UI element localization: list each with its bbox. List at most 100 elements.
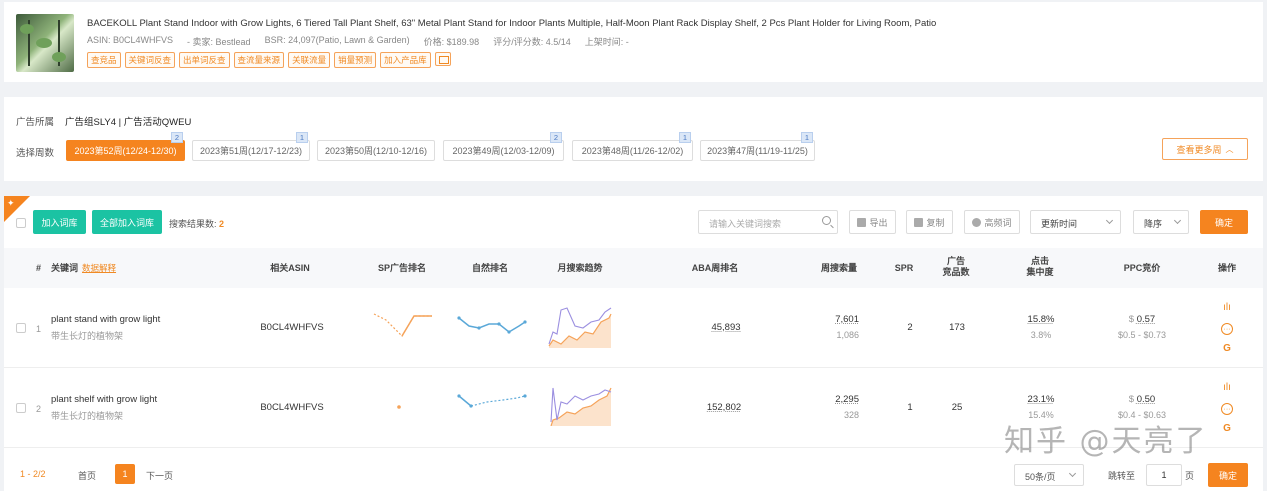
google-icon[interactable]: G [1221,423,1233,435]
data-explain-link[interactable]: 数据解释 [82,263,116,273]
product-bsr: BSR: 24,097(Patio, Lawn & Garden) [264,35,410,45]
weeks-label: 选择周数 [16,148,55,159]
header-spr: SPR [894,263,914,273]
row-ad-products: 25 [951,402,963,413]
week-badge: 2 [170,132,183,143]
chevron-down-icon [1173,216,1182,225]
header-ppc: PPC竞价 [1123,263,1161,273]
sort-field-select[interactable]: 更新时间 [1030,210,1121,234]
week-button-50[interactable]: 2023第50周(12/10-12/16) [317,140,435,161]
week-badge: 1 [800,132,813,143]
organic-rank-sparkline[interactable] [457,312,527,338]
row-keyword-translation: 带生长灯的植物架 [51,331,124,341]
tag-competitor[interactable]: 查竞品 [87,52,121,68]
product-thumbnail[interactable] [16,14,74,72]
week-button-49[interactable]: 2023第49周(12/03-12/09) 2 [443,132,564,161]
table-icon[interactable] [434,52,451,66]
copy-button[interactable]: 复制 [906,210,953,234]
week-button-51[interactable]: 2023第51周(12/17-12/23) 1 [192,132,310,161]
goto-page-input[interactable]: 1 [1146,464,1182,486]
more-icon[interactable]: ··· [1221,323,1233,335]
pager-current-page[interactable]: 1 [115,464,135,484]
organic-rank-point [457,316,461,320]
week-button-47[interactable]: 2023第47周(11/19-11/25) 1 [700,132,815,161]
thumb-leaf [36,38,52,48]
sort-order-select[interactable]: 降序 [1133,210,1189,234]
row-weekly-search-sub: 1,086 [836,330,859,340]
thumb-leaf [52,52,66,62]
google-icon[interactable]: G [1221,343,1233,355]
tag-order-keyword[interactable]: 出单词反查 [179,52,230,68]
page-size-select[interactable]: 50条/页 [1014,464,1084,486]
add-all-lib-button[interactable]: 全部加入词库 [92,210,162,234]
week-label: 2023第50周(12/10-12/16) [324,146,428,156]
row-ppc[interactable]: $ 0.50 [1129,394,1155,405]
select-all-checkbox[interactable] [16,218,26,228]
ad-belong-label: 广告所属 [16,117,55,128]
sort-order-value: 降序 [1144,219,1163,229]
page-size-value: 50条/页 [1025,472,1056,482]
week-button-48[interactable]: 2023第48周(11/26-12/02) 1 [572,132,693,161]
high-freq-button[interactable]: 高频词 [964,210,1020,234]
monthly-trend-chart[interactable] [547,304,613,348]
row-weekly-search[interactable]: 7,601 [835,314,859,325]
sp-rank-sparkline[interactable] [372,310,434,340]
tag-sales-forecast[interactable]: 销量预测 [334,52,377,68]
header-click-concentration: 点击 集中度 [1026,256,1053,278]
monthly-trend-chart[interactable] [547,382,613,426]
product-title[interactable]: BACEKOLL Plant Stand Indoor with Grow Li… [87,18,936,29]
product-asin[interactable]: ASIN: B0CL4WHFVS [87,35,173,48]
copy-label: 复制 [926,217,945,228]
week-button-52[interactable]: 2023第52周(12/24-12/30) 2 [66,132,185,161]
header-keyword: 关键词 数据解释 [51,263,116,274]
sp-rank-sparkline[interactable] [394,402,404,412]
pager-first[interactable]: 首页 [78,469,96,482]
confirm-sort-button[interactable]: 确定 [1200,210,1248,234]
row-aba-rank[interactable]: 152,802 [707,402,741,413]
row-checkbox[interactable] [16,403,26,413]
organic-rank-sparkline[interactable] [457,390,527,416]
pie-icon [972,217,982,227]
row-checkbox[interactable] [16,323,26,333]
organic-rank-point [523,394,527,398]
row-weekly-search[interactable]: 2,295 [835,394,859,405]
row-click-concentration[interactable]: 23.1% [1028,394,1055,405]
more-weeks-button[interactable]: 查看更多周 ︿ [1162,138,1248,160]
search-placeholder: 请输入关键词搜索 [709,219,782,229]
export-label: 导出 [869,217,888,228]
row-aba-rank[interactable]: 45,893 [711,322,740,333]
row-asin[interactable]: B0CL4WHFVS [260,322,323,333]
tag-keyword-reverse[interactable]: 关键词反查 [124,52,176,68]
goto-confirm-button[interactable]: 确定 [1208,463,1248,487]
tag-add-product-lib[interactable]: 加入产品库 [380,52,431,68]
export-button[interactable]: 导出 [849,210,896,234]
thumb-leaf [20,24,34,34]
organic-rank-line [458,317,526,333]
table-header: # 关键词 数据解释 相关ASIN SP广告排名 自然排名 月搜索趋势 ABA周排… [4,248,1263,288]
tag-related-traffic[interactable]: 关联流量 [288,52,331,68]
header-sp-rank: SP广告排名 [377,263,427,273]
row-keyword[interactable]: plant stand with grow light [51,314,160,325]
ppc-currency: $ [1128,314,1135,325]
page-unit: 页 [1185,471,1195,481]
row-keyword[interactable]: plant shelf with grow light [51,394,157,405]
product-meta: ASIN: B0CL4WHFVS - 卖家: Bestlead BSR: 24,… [87,35,629,48]
product-launch: 上架时间: - [584,37,629,47]
keyword-search-input[interactable]: 请输入关键词搜索 [698,210,838,234]
week-badge: 1 [295,132,308,143]
bar-chart-icon[interactable]: ılı [1221,302,1233,314]
pager-next[interactable]: 下一页 [146,469,173,482]
row-ppc[interactable]: $ 0.57 [1129,314,1155,325]
search-icon[interactable] [822,216,831,225]
more-icon[interactable]: ··· [1221,403,1233,415]
pin-icon: ✦ [7,198,15,208]
row-click-concentration[interactable]: 15.8% [1028,314,1055,325]
organic-rank-point [477,326,481,330]
product-tag-bar: 查竞品 关键词反查 出单词反查 查流量来源 关联流量 销量预测 加入产品库 [87,52,451,68]
tag-traffic-source[interactable]: 查流量来源 [233,52,285,68]
more-weeks-label: 查看更多周 [1176,144,1222,155]
bar-chart-icon[interactable]: ılı [1221,382,1233,394]
week-label: 2023第52周(12/24-12/30) [74,146,177,156]
add-lib-button[interactable]: 加入词库 [33,210,86,234]
row-asin[interactable]: B0CL4WHFVS [260,402,323,413]
